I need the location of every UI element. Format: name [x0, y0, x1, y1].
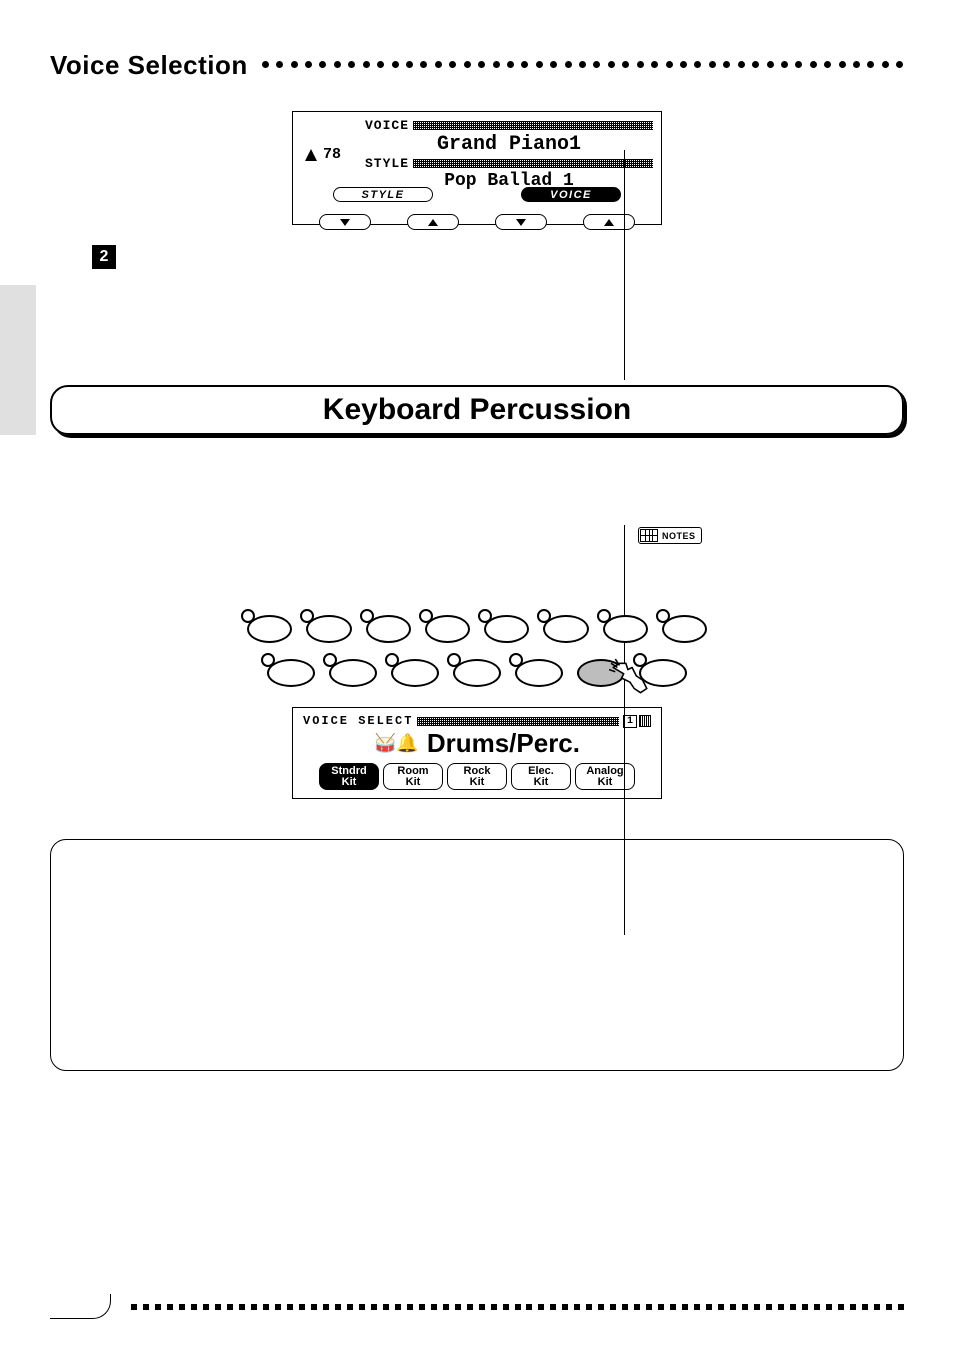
voice-category-button[interactable] — [425, 615, 470, 643]
voice-category-button[interactable] — [247, 615, 292, 643]
voice-category-name: Drums/Perc. — [427, 728, 580, 759]
hatch-decoration — [413, 121, 653, 130]
kit-option-elec[interactable]: Elec.Kit — [511, 763, 571, 790]
page-number: 1 — [623, 715, 637, 728]
page-indicator: 1 — [623, 715, 651, 728]
tempo-indicator: 78 — [301, 146, 365, 163]
voice-category-button[interactable] — [484, 615, 529, 643]
voice-category-button[interactable] — [391, 659, 439, 687]
voice-category-button[interactable] — [543, 615, 588, 643]
footer-dot-leader — [131, 1304, 904, 1310]
voice-category-panel — [247, 615, 707, 687]
page-footer — [50, 1294, 904, 1319]
voice-category-button[interactable] — [306, 615, 351, 643]
voice-label: VOICE — [365, 118, 409, 133]
voice-style-lcd: 78 VOICE Grand Piano1 STYLE Pop Ballad 1… — [292, 111, 662, 225]
style-label: STYLE — [365, 156, 409, 171]
vertical-divider — [624, 525, 625, 935]
vertical-divider — [624, 150, 625, 380]
style-down-button[interactable] — [319, 214, 371, 230]
drums-icon: 🥁🔔 — [374, 733, 419, 754]
notes-label: NOTES — [662, 531, 696, 541]
side-tab — [0, 285, 36, 435]
kit-selector-row: StndrdKitRoomKitRockKitElec.KitAnalogKit — [303, 763, 651, 790]
step-number-badge: 2 — [92, 245, 116, 269]
voice-category-button[interactable] — [453, 659, 501, 687]
keyboard-percussion-heading: Keyboard Percussion — [50, 385, 904, 435]
drums-perc-category-button[interactable] — [577, 659, 625, 687]
kit-option-room[interactable]: RoomKit — [383, 763, 443, 790]
kit-option-rock[interactable]: RockKit — [447, 763, 507, 790]
step-2-row: 2 — [50, 245, 904, 305]
hatch-decoration — [413, 159, 653, 168]
page-number-pill — [50, 1294, 111, 1319]
current-voice-name: Grand Piano1 — [365, 133, 653, 156]
voice-down-button[interactable] — [495, 214, 547, 230]
voice-category-button[interactable] — [639, 659, 687, 687]
voice-section-button[interactable]: VOICE — [521, 187, 621, 202]
notes-grid-icon — [640, 529, 658, 542]
tempo-value: 78 — [323, 146, 341, 163]
voice-select-label: VOICE SELECT — [303, 714, 413, 728]
page-header: Voice Selection — [50, 50, 904, 81]
header-dot-leader — [262, 61, 904, 71]
page-title: Voice Selection — [50, 50, 248, 81]
voice-category-button[interactable] — [267, 659, 315, 687]
kit-option-stndrd[interactable]: StndrdKit — [319, 763, 379, 790]
voice-category-button[interactable] — [515, 659, 563, 687]
keyboard-percussion-title: Keyboard Percussion — [323, 393, 631, 426]
speaker-icon — [639, 715, 651, 727]
voice-category-button[interactable] — [366, 615, 411, 643]
kit-option-analog[interactable]: AnalogKit — [575, 763, 635, 790]
voice-category-button[interactable] — [329, 659, 377, 687]
style-section-button[interactable]: STYLE — [333, 187, 433, 202]
info-panel — [50, 839, 904, 1071]
style-up-button[interactable] — [407, 214, 459, 230]
voice-select-lcd: VOICE SELECT 1 🥁🔔 Drums/Perc. StndrdKitR… — [292, 707, 662, 799]
voice-category-button[interactable] — [662, 615, 707, 643]
hatch-decoration — [417, 717, 619, 726]
notes-callout: NOTES — [638, 527, 702, 544]
metronome-icon — [305, 149, 317, 161]
voice-up-button[interactable] — [583, 214, 635, 230]
voice-category-button[interactable] — [603, 615, 648, 643]
